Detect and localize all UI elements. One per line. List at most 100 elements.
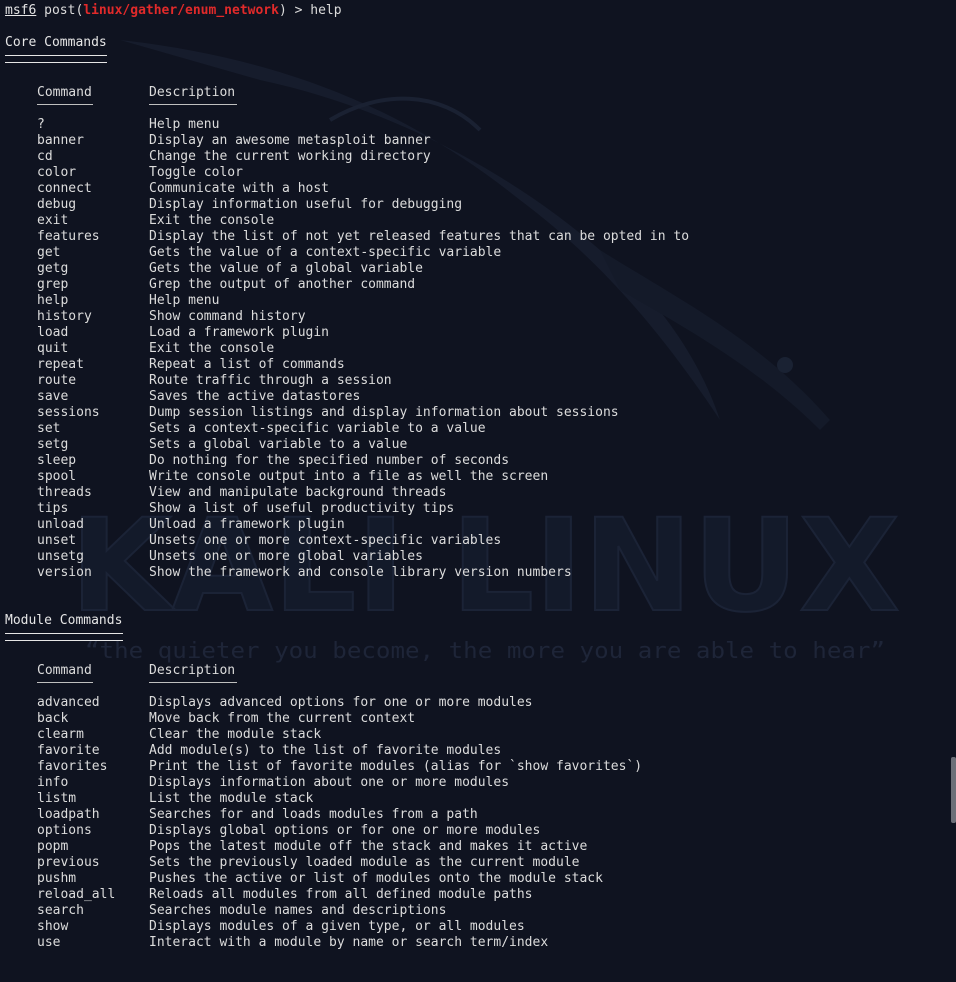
table-row: use Interact with a module by name or sea… — [37, 935, 944, 951]
command-name: history — [37, 309, 92, 324]
command-description: Clear the module stack — [149, 727, 322, 742]
table-row: banner Display an awesome metasploit bann… — [37, 133, 944, 149]
module-table-header: Command Description — [37, 663, 944, 679]
command-name: reload_all — [37, 887, 116, 902]
table-row: version Show the framework and console li… — [37, 565, 944, 581]
core-header-description: Description — [149, 85, 236, 100]
table-row: spool Write console output into a file as… — [37, 469, 944, 485]
table-row: route Route traffic through a session — [37, 373, 944, 389]
table-row: unload Unload a framework plugin — [37, 517, 944, 533]
command-name: banner — [37, 133, 84, 148]
command-description: Reloads all modules from all defined mod… — [149, 887, 533, 902]
table-row: cd Change the current working directory — [37, 149, 944, 165]
table-row: popm Pops the latest module off the stack… — [37, 839, 944, 855]
command-name: exit — [37, 213, 69, 228]
command-name: use — [37, 935, 61, 950]
command-description: Sets the previously loaded module as the… — [149, 855, 580, 870]
command-description: Sets a global variable to a value — [149, 437, 408, 452]
table-row: sessions Dump session listings and displa… — [37, 405, 944, 421]
command-name: threads — [37, 485, 92, 500]
command-description: Route traffic through a session — [149, 373, 392, 388]
terminal-output: msf6 post(linux/gather/enum_network) > h… — [5, 3, 944, 951]
table-row: pushm Pushes the active or list of module… — [37, 871, 944, 887]
command-description: Unsets one or more context-specific vari… — [149, 533, 502, 548]
table-row: threads View and manipulate background th… — [37, 485, 944, 501]
core-header-rule — [37, 101, 944, 109]
module-rows: advanced Displays advanced options for on… — [37, 695, 944, 951]
core-table-header: Command Description — [37, 85, 944, 101]
table-row: getg Gets the value of a global variable — [37, 261, 944, 277]
command-description: List the module stack — [149, 791, 314, 806]
table-row: search Searches module names and descript… — [37, 903, 944, 919]
command-name: load — [37, 325, 69, 340]
command-description: Displays advanced options for one or mor… — [149, 695, 533, 710]
table-row: grep Grep the output of another command — [37, 277, 944, 293]
command-description: Show command history — [149, 309, 306, 324]
command-description: Load a framework plugin — [149, 325, 330, 340]
command-description: Searches for and loads modules from a pa… — [149, 807, 478, 822]
command-name: quit — [37, 341, 69, 356]
command-name: repeat — [37, 357, 84, 372]
command-name: show — [37, 919, 69, 934]
command-description: Gets the value of a global variable — [149, 261, 423, 276]
table-row: tips Show a list of useful productivity t… — [37, 501, 944, 517]
command-description: Write console output into a file as well… — [149, 469, 549, 484]
table-row: repeat Repeat a list of commands — [37, 357, 944, 373]
command-name: spool — [37, 469, 77, 484]
command-name: get — [37, 245, 61, 260]
command-name: previous — [37, 855, 100, 870]
command-description: Show a list of useful productivity tips — [149, 501, 455, 516]
command-name: search — [37, 903, 84, 918]
prompt-prefix: post( — [36, 3, 84, 18]
command-description: Grep the output of another command — [149, 277, 416, 292]
table-row: quit Exit the console — [37, 341, 944, 357]
table-row: get Gets the value of a context-specific … — [37, 245, 944, 261]
table-row: favorites Print the list of favorite modu… — [37, 759, 944, 775]
command-description: Move back from the current context — [149, 711, 416, 726]
command-name: unset — [37, 533, 77, 548]
command-name: setg — [37, 437, 69, 452]
command-description: Display the list of not yet released fea… — [149, 229, 690, 244]
prompt-module: linux/gather/enum_network — [83, 3, 279, 18]
command-name: unsetg — [37, 549, 84, 564]
command-name: favorite — [37, 743, 100, 758]
module-header-command: Command — [37, 663, 92, 678]
command-description: Displays modules of a given type, or all… — [149, 919, 525, 934]
table-row: load Load a framework plugin — [37, 325, 944, 341]
command-name: color — [37, 165, 77, 180]
command-description: Toggle color — [149, 165, 243, 180]
module-commands-title: Module Commands — [5, 613, 123, 628]
command-name: features — [37, 229, 100, 244]
command-name: set — [37, 421, 61, 436]
table-row: color Toggle color — [37, 165, 944, 181]
table-row: back Move back from the current context — [37, 711, 944, 727]
command-description: Gets the value of a context-specific var… — [149, 245, 502, 260]
table-row: set Sets a context-specific variable to a… — [37, 421, 944, 437]
command-description: Dump session listings and display inform… — [149, 405, 619, 420]
command-name: help — [37, 293, 69, 308]
core-commands-table: Command Description ? Help menu banner Disp… — [37, 85, 944, 581]
prompt-id: msf6 — [5, 3, 37, 18]
command-description: Searches module names and descriptions — [149, 903, 447, 918]
table-row: debug Display information useful for debu… — [37, 197, 944, 213]
core-commands-title: Core Commands — [5, 35, 107, 50]
terminal-scrollbar[interactable] — [951, 757, 956, 823]
command-name: version — [37, 565, 92, 580]
command-name: sessions — [37, 405, 100, 420]
table-row: setg Sets a global variable to a value — [37, 437, 944, 453]
command-description: Unsets one or more global variables — [149, 549, 423, 564]
table-row: show Displays modules of a given type, or… — [37, 919, 944, 935]
table-row: features Display the list of not yet rele… — [37, 229, 944, 245]
table-row: previous Sets the previously loaded modul… — [37, 855, 944, 871]
command-description: Add module(s) to the list of favorite mo… — [149, 743, 502, 758]
command-description: Displays global options or for one or mo… — [149, 823, 541, 838]
command-name: unload — [37, 517, 84, 532]
core-title-underline — [5, 55, 107, 63]
command-name: favorites — [37, 759, 108, 774]
command-description: View and manipulate background threads — [149, 485, 447, 500]
table-row: help Help menu — [37, 293, 944, 309]
prompt-line: msf6 post(linux/gather/enum_network) > h… — [5, 3, 944, 19]
table-row: clearm Clear the module stack — [37, 727, 944, 743]
table-row: listm List the module stack — [37, 791, 944, 807]
table-row: advanced Displays advanced options for on… — [37, 695, 944, 711]
